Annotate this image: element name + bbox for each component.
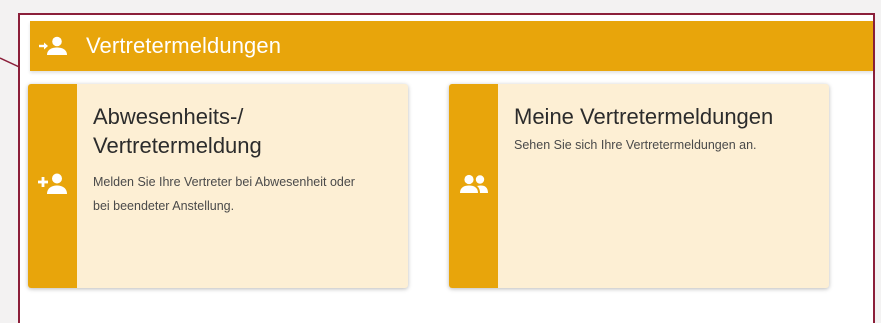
card-title-line: Abwesenheits-/ <box>93 104 244 129</box>
card-my-reports[interactable]: Meine Vertretermeldungen Sehen Sie sich … <box>449 84 829 288</box>
section-header: Vertretermeldungen <box>30 21 873 71</box>
card-description-line: Sehen Sie sich Ihre Vertretermeldungen a… <box>514 138 757 152</box>
card-description-line: Melden Sie Ihre Vertreter bei Abwesenhei… <box>93 175 355 189</box>
card-content: Meine Vertretermeldungen Sehen Sie sich … <box>514 102 815 157</box>
card-description: Sehen Sie sich Ihre Vertretermeldungen a… <box>514 133 815 157</box>
card-description-line: bei beendeter Anstellung. <box>93 199 235 213</box>
person-transfer-icon <box>38 35 68 57</box>
card-content: Abwesenheits-/ Vertretermeldung Melden S… <box>93 102 394 218</box>
people-group-icon <box>459 174 489 199</box>
card-description: Melden Sie Ihre Vertreter bei Abwesenhei… <box>93 170 394 218</box>
card-title: Abwesenheits-/ Vertretermeldung <box>93 102 394 160</box>
card-icon-strip <box>449 84 498 288</box>
card-title: Meine Vertretermeldungen <box>514 102 815 131</box>
card-title-line: Meine Vertretermeldungen <box>514 104 774 129</box>
card-icon-strip <box>28 84 77 288</box>
card-absence-report[interactable]: Abwesenheits-/ Vertretermeldung Melden S… <box>28 84 408 288</box>
card-title-line: Vertretermeldung <box>93 133 262 158</box>
person-add-icon <box>37 173 68 200</box>
page-title: Vertretermeldungen <box>86 33 282 58</box>
